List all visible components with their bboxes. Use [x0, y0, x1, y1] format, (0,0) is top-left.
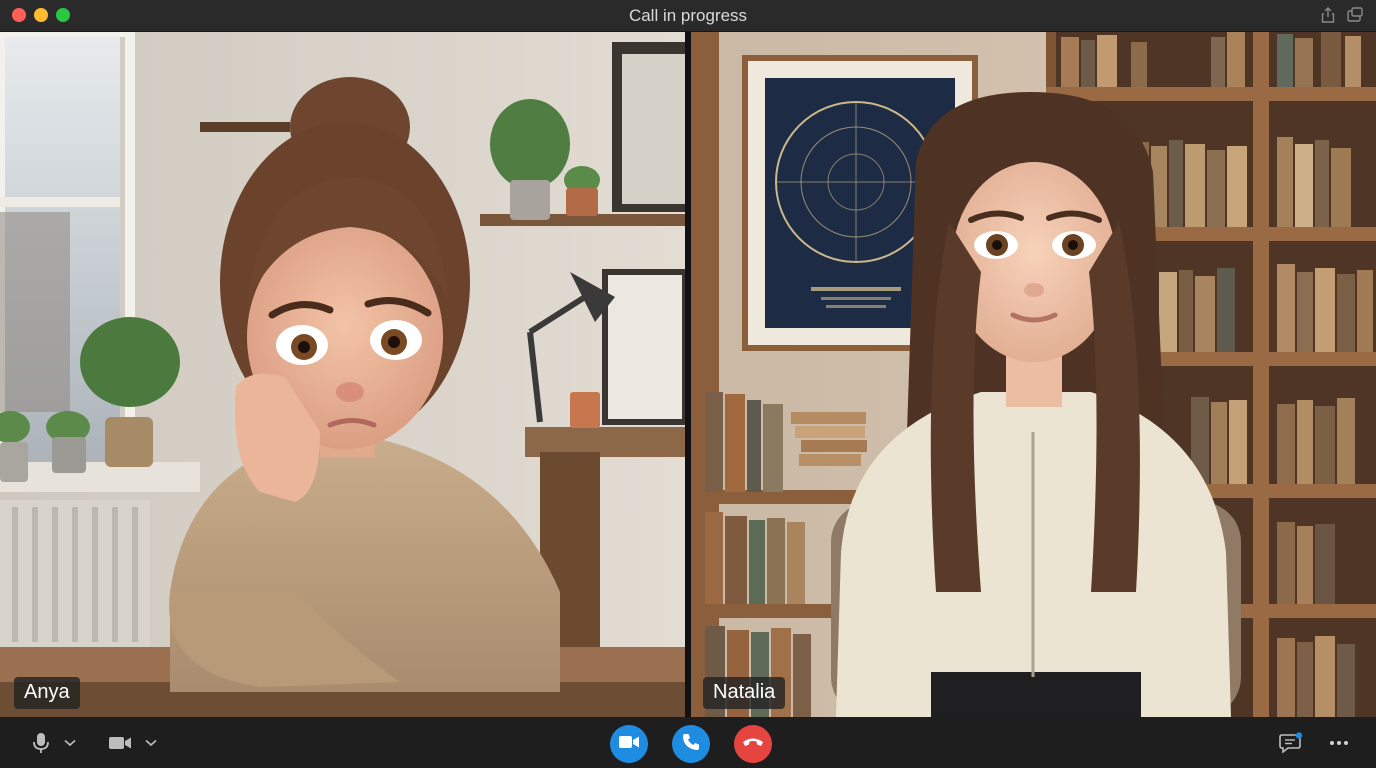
participant-video-tile[interactable]: Natalia: [691, 32, 1376, 717]
camera-control[interactable]: [107, 717, 157, 768]
chat-icon[interactable]: [1279, 731, 1303, 754]
share-icon[interactable]: [1320, 6, 1336, 24]
phone-icon: [681, 732, 701, 757]
title-bar: Call in progress: [0, 0, 1376, 32]
voice-call-button[interactable]: [672, 725, 710, 763]
more-options-control[interactable]: [1329, 717, 1349, 768]
end-call-button[interactable]: [734, 725, 772, 763]
participant-name-label: Anya: [14, 677, 80, 709]
microphone-icon[interactable]: [30, 731, 52, 755]
participant-video-feed: [0, 32, 685, 717]
toggle-video-button[interactable]: [610, 725, 648, 763]
microphone-options-chevron-down-icon[interactable]: [64, 739, 76, 747]
video-camera-icon[interactable]: [107, 733, 133, 753]
pop-out-icon[interactable]: [1346, 6, 1364, 24]
hang-up-icon: [742, 735, 764, 753]
microphone-control[interactable]: [30, 717, 76, 768]
participant-name-label: Natalia: [703, 677, 786, 709]
video-stage: Anya Natalia: [0, 32, 1376, 717]
call-controls-bar: [0, 717, 1376, 768]
chat-control[interactable]: [1279, 717, 1303, 768]
window-title: Call in progress: [628, 6, 748, 25]
video-camera-icon: [618, 734, 640, 755]
camera-options-chevron-down-icon[interactable]: [145, 739, 157, 747]
participant-video-tile[interactable]: Anya: [0, 32, 685, 717]
participant-video-feed: [691, 32, 1376, 717]
more-icon[interactable]: [1329, 740, 1349, 746]
